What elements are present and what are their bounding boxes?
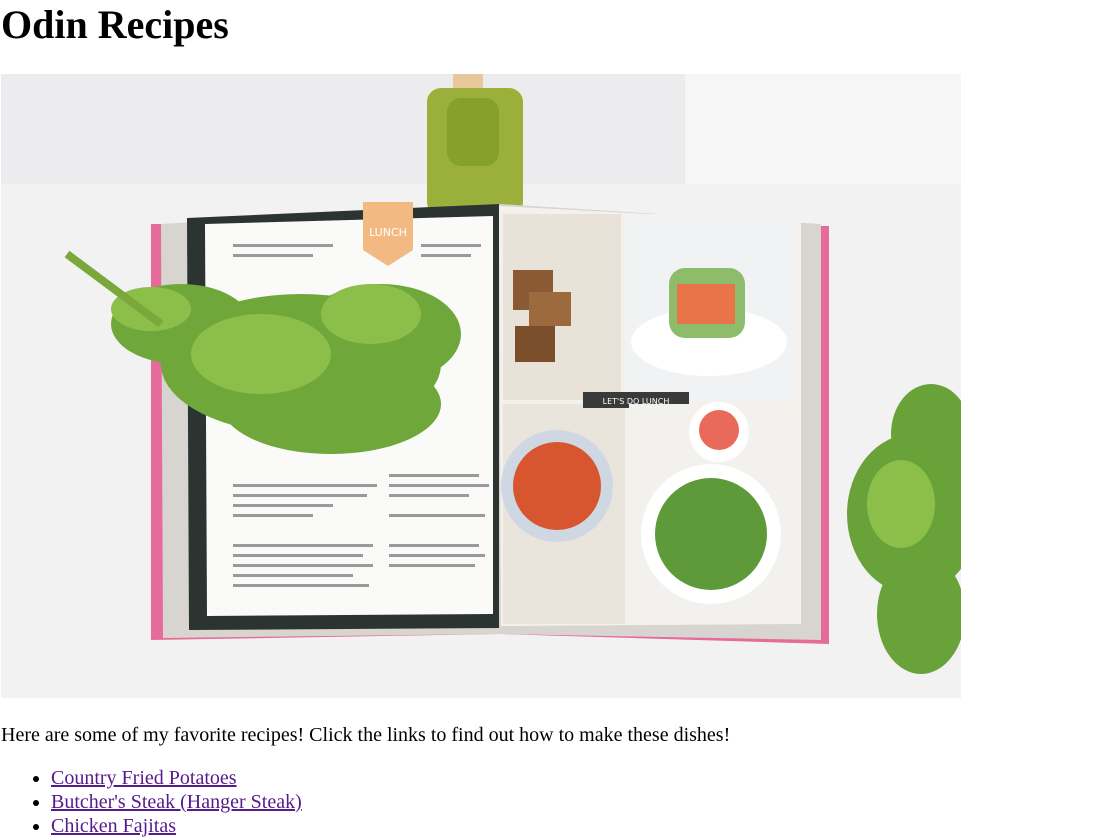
page: Odin Recipes LUNCH LET'S DO LUNCH Here a…	[0, 0, 1096, 838]
page-title: Odin Recipes	[1, 2, 229, 47]
recipe-link[interactable]: Country Fried Potatoes	[51, 767, 237, 789]
recipe-link[interactable]: Butcher's Steak (Hanger Steak)	[51, 791, 302, 813]
book-tab-text: LUNCH	[369, 226, 407, 239]
list-item: Butcher's Steak (Hanger Steak)	[51, 790, 1095, 814]
hero-image-recipe-book: LUNCH LET'S DO LUNCH	[1, 74, 961, 698]
intro-text: Here are some of my favorite recipes! Cl…	[1, 724, 731, 746]
list-item: Country Fried Potatoes	[51, 766, 1095, 790]
recipe-list: Country Fried Potatoes Butcher's Steak (…	[1, 766, 1095, 838]
list-item: Chicken Fajitas	[51, 814, 1095, 838]
recipe-link[interactable]: Chicken Fajitas	[51, 815, 176, 837]
